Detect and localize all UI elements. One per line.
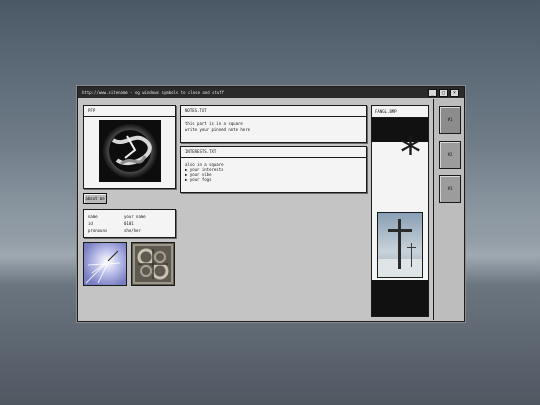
fangl-panel-title: FANGL.BMP	[372, 106, 428, 118]
maximize-button[interactable]: □	[439, 89, 448, 97]
main-window: http://www.sitename - og windows symbols…	[77, 86, 465, 322]
notes-line: write your pinned note here	[185, 127, 251, 132]
info-pronouns-key: pronouns	[88, 228, 108, 233]
sparkle-thumbnail[interactable]	[83, 242, 127, 286]
minimize-button[interactable]: _	[428, 89, 437, 97]
sidebar-button-3[interactable]: #3	[439, 175, 461, 203]
profile-picture	[99, 120, 161, 182]
cross-photo[interactable]	[377, 212, 423, 278]
title-bar[interactable]: http://www.sitename - og windows symbols…	[78, 87, 464, 98]
info-id-key: id	[88, 221, 93, 226]
notes-panel-title: NOTES.TXT	[181, 106, 366, 117]
about-me-button[interactable]: about me	[83, 193, 107, 204]
sidebar-button-1[interactable]: #1	[439, 106, 461, 134]
close-button[interactable]: ×	[450, 89, 459, 97]
fangl-panel: FANGL.BMP *	[371, 105, 429, 317]
sparkle-image	[84, 243, 126, 285]
sidebar-button-2[interactable]: #2	[439, 141, 461, 169]
ornament-thumbnail[interactable]	[131, 242, 175, 286]
right-sidebar: #1 #2 #3	[433, 99, 464, 320]
fangl-image-area: *	[372, 132, 428, 280]
info-panel: name your name id 0101 pronouns she/her	[83, 209, 176, 238]
pfp-panel-title: PFP	[84, 106, 175, 117]
asterisk-glyph: *	[400, 128, 421, 177]
pfp-panel: PFP	[83, 105, 176, 189]
interests-panel-body: also in a square ▶ your interests ▶ your…	[181, 158, 366, 186]
window-title: http://www.sitename - og windows symbols…	[82, 90, 225, 95]
info-pronouns-value: she/her	[124, 228, 141, 233]
info-id-value: 0101	[124, 221, 134, 226]
chrome-knot-image	[99, 120, 161, 182]
interests-line: ▶ your fogs	[185, 177, 212, 182]
info-name-value: your name	[124, 214, 146, 219]
notes-panel-body: this part is in a square write your pinn…	[181, 117, 366, 137]
notes-panel: NOTES.TXT this part is in a square write…	[180, 105, 367, 143]
ornament-image	[132, 243, 174, 285]
interests-panel: INTERESTS.TXT also in a square ▶ your in…	[180, 146, 367, 193]
interests-panel-title: INTERESTS.TXT	[181, 147, 366, 158]
info-name-key: name	[88, 214, 98, 219]
cross-image	[378, 213, 422, 277]
